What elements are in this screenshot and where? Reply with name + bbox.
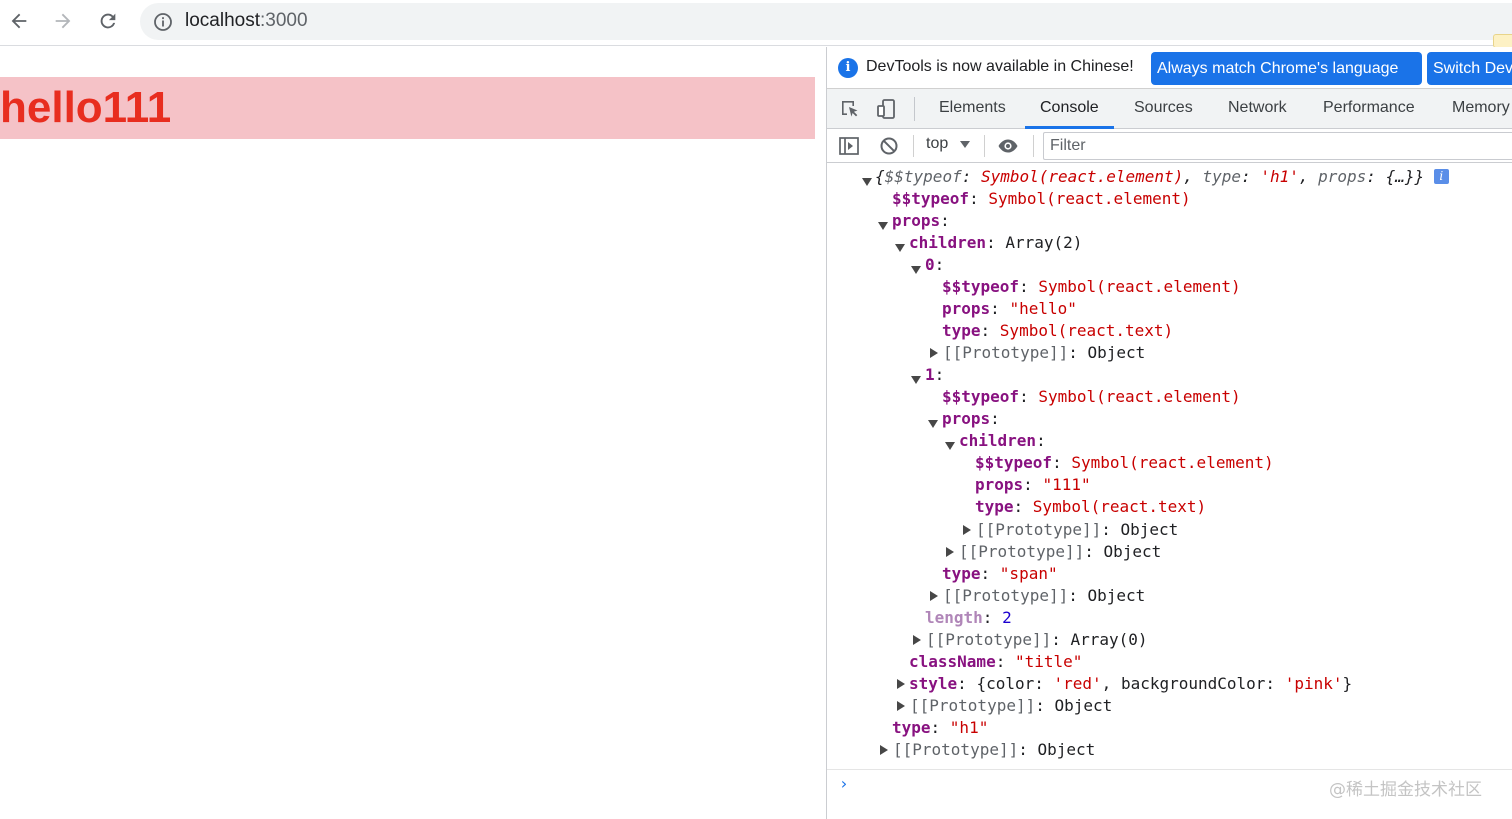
info-badge-icon[interactable]: i bbox=[1433, 169, 1449, 184]
object-summary[interactable]: {$$typeof: Symbol(react.element), type: … bbox=[875, 166, 1449, 188]
page-heading: hello111 bbox=[0, 77, 815, 139]
collapse-triangle[interactable] bbox=[911, 266, 921, 274]
console-filter-input[interactable] bbox=[1043, 132, 1512, 160]
language-infobar: i DevTools is now available in Chinese! … bbox=[827, 47, 1512, 89]
property-row[interactable]: [[Prototype]]: Object bbox=[893, 739, 1095, 761]
property-row: type: "h1" bbox=[892, 718, 989, 737]
tab-console[interactable]: Console bbox=[1025, 89, 1114, 129]
devtools-panel: i DevTools is now available in Chinese! … bbox=[826, 47, 1512, 819]
property-row: className: "title" bbox=[909, 652, 1083, 671]
page-viewport: hello111 bbox=[0, 47, 826, 819]
property-row: $$typeof: Symbol(react.element) bbox=[892, 189, 1191, 208]
tab-performance[interactable]: Performance bbox=[1308, 89, 1430, 129]
toolbar-divider bbox=[1033, 135, 1034, 157]
property-row: type: Symbol(react.text) bbox=[975, 497, 1207, 516]
collapse-triangle[interactable] bbox=[928, 420, 938, 428]
show-sidebar-icon[interactable] bbox=[838, 135, 860, 157]
property-row[interactable]: style: {color: 'red', backgroundColor: '… bbox=[909, 673, 1352, 695]
tab-memory[interactable]: Memory bbox=[1437, 89, 1512, 129]
url-port: :3000 bbox=[260, 10, 308, 31]
toolbar-divider bbox=[914, 97, 915, 121]
property-row: $$typeof: Symbol(react.element) bbox=[942, 277, 1241, 296]
summary-open: { bbox=[875, 167, 885, 186]
expand-triangle[interactable] bbox=[897, 679, 905, 689]
back-button[interactable] bbox=[5, 7, 33, 35]
arrow-left-icon bbox=[11, 13, 27, 29]
property-row[interactable]: children: bbox=[959, 430, 1046, 452]
property-row[interactable]: [[Prototype]]: Object bbox=[943, 342, 1145, 364]
infobar-message: DevTools is now available in Chinese! bbox=[866, 58, 1134, 75]
collapse-triangle[interactable] bbox=[895, 244, 905, 252]
property-row: $$typeof: Symbol(react.element) bbox=[975, 453, 1274, 472]
collapse-triangle[interactable] bbox=[862, 178, 872, 186]
tab-elements[interactable]: Elements bbox=[924, 89, 1021, 129]
property-row[interactable]: props: bbox=[942, 408, 1000, 430]
property-row[interactable]: [[Prototype]]: Object bbox=[976, 519, 1178, 541]
property-row: $$typeof: Symbol(react.element) bbox=[942, 387, 1241, 406]
expand-triangle[interactable] bbox=[880, 745, 888, 755]
always-match-language-button[interactable]: Always match Chrome's language bbox=[1151, 52, 1422, 85]
arrow-right-icon bbox=[55, 13, 71, 29]
info-icon: i bbox=[838, 58, 858, 78]
watermark: @稀土掘金技术社区 bbox=[1329, 780, 1482, 800]
address-bar[interactable]: localhost:3000 bbox=[140, 3, 1512, 40]
reload-button[interactable] bbox=[94, 7, 122, 35]
summary-close: } bbox=[1414, 167, 1425, 186]
expand-triangle[interactable] bbox=[930, 348, 938, 358]
summary-props-key: props bbox=[1318, 167, 1367, 186]
property-row[interactable]: 1: bbox=[925, 364, 944, 386]
property-row[interactable]: [[Prototype]]: Object bbox=[943, 585, 1145, 607]
browser-toolbar: localhost:3000 bbox=[0, 0, 1512, 48]
device-toolbar-icon[interactable] bbox=[876, 98, 898, 120]
clear-console-icon[interactable] bbox=[878, 135, 900, 157]
collapse-triangle[interactable] bbox=[878, 222, 888, 230]
property-row: length: 2 bbox=[925, 608, 1012, 627]
url-text: localhost:3000 bbox=[185, 10, 308, 32]
url-host: localhost bbox=[185, 10, 260, 31]
summary-typeof-value: Symbol(react.element) bbox=[980, 167, 1184, 186]
expand-triangle[interactable] bbox=[963, 525, 971, 535]
property-row: props: "hello" bbox=[942, 299, 1077, 318]
inspect-element-icon[interactable] bbox=[839, 98, 861, 120]
eye-icon[interactable] bbox=[997, 135, 1019, 157]
summary-props-value: {…} bbox=[1385, 167, 1415, 186]
console-prompt[interactable]: › @稀土掘金技术社区 bbox=[827, 769, 1512, 819]
info-circle-icon[interactable] bbox=[153, 12, 173, 32]
toolbar-divider bbox=[984, 135, 985, 157]
devtools-tabbar: Elements Console Sources Network Perform… bbox=[827, 89, 1512, 129]
summary-type-key: type bbox=[1202, 167, 1242, 186]
collapse-triangle[interactable] bbox=[911, 376, 921, 384]
reload-icon bbox=[100, 13, 116, 29]
property-row[interactable]: [[Prototype]]: Object bbox=[959, 541, 1161, 563]
forward-button[interactable] bbox=[49, 7, 77, 35]
expand-triangle[interactable] bbox=[946, 547, 954, 557]
chevron-down-icon[interactable] bbox=[960, 141, 970, 148]
extension-icon[interactable] bbox=[1493, 34, 1512, 48]
expand-triangle[interactable] bbox=[897, 701, 905, 711]
chevron-right-icon: › bbox=[839, 774, 849, 793]
summary-type-value: 'h1' bbox=[1260, 167, 1299, 186]
tab-sources[interactable]: Sources bbox=[1119, 89, 1208, 129]
expand-triangle[interactable] bbox=[930, 591, 938, 601]
property-row[interactable]: props: bbox=[892, 210, 950, 232]
property-row: props: "111" bbox=[975, 475, 1091, 494]
console-toolbar: top bbox=[827, 129, 1512, 163]
collapse-triangle[interactable] bbox=[945, 442, 955, 450]
property-row: type: Symbol(react.text) bbox=[942, 321, 1174, 340]
property-row[interactable]: [[Prototype]]: Object bbox=[910, 695, 1112, 717]
property-row[interactable]: 0: bbox=[925, 254, 944, 276]
property-row[interactable]: children: Array(2) bbox=[909, 232, 1082, 254]
context-selector[interactable]: top bbox=[926, 135, 948, 153]
property-row: type: "span" bbox=[942, 564, 1058, 583]
summary-typeof-key: $$typeof bbox=[884, 167, 962, 186]
toolbar-divider bbox=[913, 135, 914, 157]
expand-triangle[interactable] bbox=[913, 635, 921, 645]
tab-network[interactable]: Network bbox=[1213, 89, 1302, 129]
switch-language-button[interactable]: Switch DevTools to Chinese bbox=[1427, 52, 1512, 85]
console-output: {$$typeof: Symbol(react.element), type: … bbox=[827, 164, 1512, 769]
property-row[interactable]: [[Prototype]]: Array(0) bbox=[926, 629, 1148, 651]
